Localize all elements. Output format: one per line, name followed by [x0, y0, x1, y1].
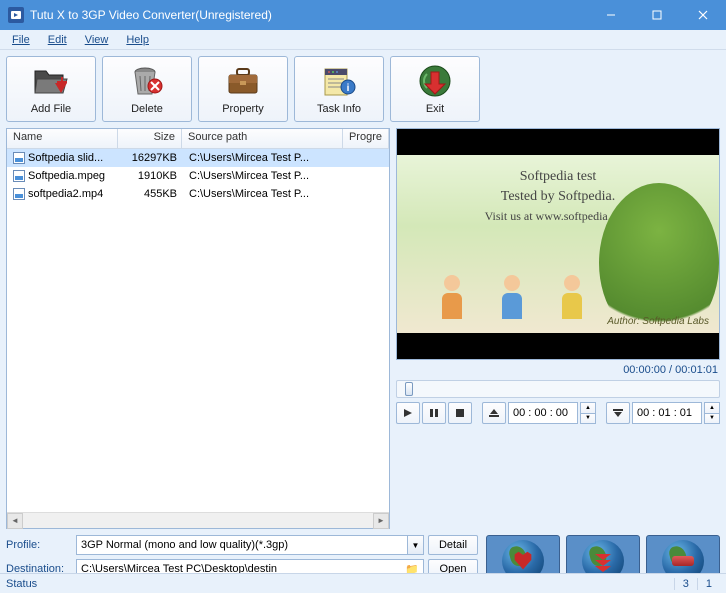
- toolbar: Add File Delete Property i Task Info Exi…: [6, 56, 720, 122]
- exit-label: Exit: [426, 103, 444, 115]
- delete-label: Delete: [131, 103, 163, 115]
- col-name[interactable]: Name: [7, 129, 118, 148]
- start-time-spinner[interactable]: ▲▼: [580, 402, 596, 424]
- start-time-input[interactable]: 00 : 00 : 00: [508, 402, 578, 424]
- cell-name: softpedia2.mp4: [7, 187, 119, 201]
- close-button[interactable]: [680, 0, 726, 30]
- exit-icon: [417, 63, 453, 99]
- window-title: Tutu X to 3GP Video Converter(Unregister…: [30, 8, 588, 22]
- end-time-spinner[interactable]: ▲▼: [704, 402, 720, 424]
- exit-button[interactable]: Exit: [390, 56, 480, 122]
- minimize-button[interactable]: [588, 0, 634, 30]
- download-icon: [592, 550, 614, 572]
- trash-icon: [129, 63, 165, 99]
- menu-help[interactable]: Help: [118, 32, 157, 48]
- col-path[interactable]: Source path: [182, 129, 343, 148]
- profile-label: Profile:: [6, 539, 72, 551]
- property-label: Property: [222, 103, 264, 115]
- horizontal-scrollbar[interactable]: ◄ ►: [7, 512, 389, 528]
- task-info-button[interactable]: i Task Info: [294, 56, 384, 122]
- statusbar: Status 3 1: [0, 573, 726, 593]
- add-file-button[interactable]: Add File: [6, 56, 96, 122]
- svg-text:i: i: [347, 83, 350, 94]
- set-end-button[interactable]: [606, 402, 630, 424]
- table-row[interactable]: Softpedia.mpeg1910KBC:\Users\Mircea Test…: [7, 167, 389, 185]
- preview-title: Softpedia test: [520, 169, 597, 185]
- add-file-label: Add File: [31, 103, 71, 115]
- table-header: Name Size Source path Progre: [7, 129, 389, 149]
- status-count-selected: 1: [697, 578, 720, 590]
- status-count-total: 3: [674, 578, 697, 590]
- cell-size: 1910KB: [119, 169, 183, 183]
- menubar: File Edit View Help: [0, 30, 726, 50]
- detail-button[interactable]: Detail: [428, 535, 478, 555]
- titlebar: Tutu X to 3GP Video Converter(Unregister…: [0, 0, 726, 30]
- play-button[interactable]: [396, 402, 420, 424]
- preview-subtitle: Tested by Softpedia.: [501, 189, 616, 205]
- task-info-icon: i: [321, 63, 357, 99]
- property-button[interactable]: Property: [198, 56, 288, 122]
- minus-icon: [672, 550, 694, 572]
- menu-edit[interactable]: Edit: [40, 32, 75, 48]
- menu-view[interactable]: View: [77, 32, 117, 48]
- cell-size: 16297KB: [119, 151, 183, 165]
- table-row[interactable]: softpedia2.mp4455KBC:\Users\Mircea Test …: [7, 185, 389, 203]
- cell-size: 455KB: [119, 187, 183, 201]
- delete-button[interactable]: Delete: [102, 56, 192, 122]
- heart-icon: [512, 550, 534, 572]
- table-row[interactable]: Softpedia slid...16297KBC:\Users\Mircea …: [7, 149, 389, 167]
- seek-slider[interactable]: [396, 380, 720, 398]
- set-start-button[interactable]: [482, 402, 506, 424]
- status-label: Status: [6, 578, 674, 590]
- app-icon: [8, 7, 24, 23]
- scroll-right-button[interactable]: ►: [373, 513, 389, 529]
- scroll-left-button[interactable]: ◄: [7, 513, 23, 529]
- cell-path: C:\Users\Mircea Test P...: [183, 151, 345, 165]
- briefcase-icon: [225, 63, 261, 99]
- cell-name: Softpedia slid...: [7, 151, 119, 165]
- pause-button[interactable]: [422, 402, 446, 424]
- time-display: 00:00:00 / 00:01:01: [396, 364, 720, 376]
- file-table: Name Size Source path Progre Softpedia s…: [6, 128, 390, 529]
- profile-combo[interactable]: 3GP Normal (mono and low quality)(*.3gp)…: [76, 535, 424, 555]
- preview-author: Author: Softpedia Labs: [607, 316, 709, 327]
- video-file-icon: [13, 170, 25, 182]
- cell-path: C:\Users\Mircea Test P...: [183, 187, 345, 201]
- cell-name: Softpedia.mpeg: [7, 169, 119, 183]
- video-preview: Softpedia test Tested by Softpedia. Visi…: [396, 128, 720, 360]
- maximize-button[interactable]: [634, 0, 680, 30]
- video-file-icon: [13, 188, 25, 200]
- col-progress[interactable]: Progre: [343, 129, 389, 148]
- chevron-down-icon[interactable]: ▼: [407, 536, 423, 554]
- col-size[interactable]: Size: [118, 129, 182, 148]
- end-time-input[interactable]: 00 : 01 : 01: [632, 402, 702, 424]
- cell-path: C:\Users\Mircea Test P...: [183, 169, 345, 183]
- video-file-icon: [13, 152, 25, 164]
- task-info-label: Task Info: [317, 103, 361, 115]
- profile-value: 3GP Normal (mono and low quality)(*.3gp): [81, 539, 288, 551]
- menu-file[interactable]: File: [4, 32, 38, 48]
- seek-thumb[interactable]: [405, 382, 413, 396]
- folder-add-icon: [33, 63, 69, 99]
- stop-button[interactable]: [448, 402, 472, 424]
